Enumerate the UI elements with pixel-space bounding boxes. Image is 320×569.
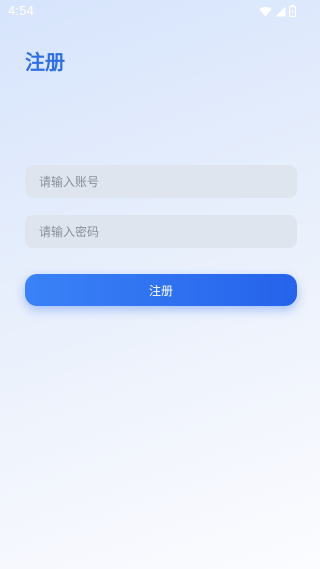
status-icons bbox=[259, 5, 296, 17]
wifi-icon bbox=[259, 6, 272, 17]
register-button[interactable]: 注册 bbox=[25, 274, 297, 306]
status-bar: 4:54 bbox=[0, 0, 320, 22]
account-input[interactable] bbox=[25, 165, 297, 198]
battery-icon bbox=[289, 5, 296, 17]
status-time: 4:54 bbox=[8, 3, 35, 18]
cellular-signal-icon bbox=[275, 6, 286, 17]
page-title: 注册 bbox=[25, 50, 65, 74]
password-input[interactable] bbox=[25, 215, 297, 248]
